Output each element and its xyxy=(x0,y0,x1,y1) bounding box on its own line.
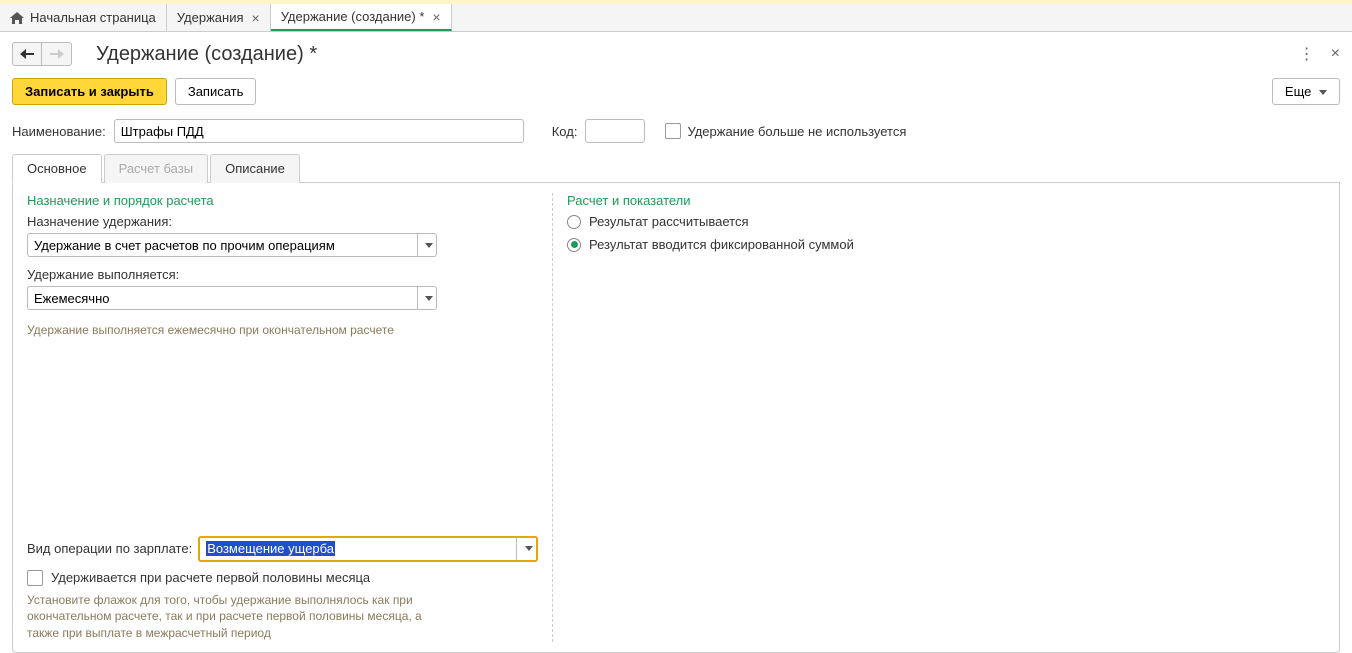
name-input[interactable] xyxy=(114,119,524,143)
tab-close-icon[interactable]: × xyxy=(252,11,260,25)
name-label: Наименование: xyxy=(12,124,106,139)
purpose-combo-dropdown[interactable] xyxy=(417,233,437,257)
purpose-combo[interactable] xyxy=(27,233,417,257)
left-column: Назначение и порядок расчета Назначение … xyxy=(13,193,553,642)
operation-combo[interactable]: Возмещение ущерба xyxy=(200,538,516,560)
tab-label: Удержание (создание) * xyxy=(281,9,425,24)
exec-combo-dropdown[interactable] xyxy=(417,286,437,310)
kebab-menu-icon[interactable]: ⋮ xyxy=(1299,44,1315,64)
save-close-button[interactable]: Записать и закрыть xyxy=(12,78,167,105)
nav-back-button[interactable] xyxy=(12,42,42,66)
exec-combo[interactable] xyxy=(27,286,417,310)
close-icon[interactable]: × xyxy=(1331,45,1340,63)
exec-hint: Удержание выполняется ежемесячно при око… xyxy=(27,322,538,339)
chevron-down-icon xyxy=(525,546,533,551)
tab-base[interactable]: Расчет базы xyxy=(104,154,209,183)
home-icon xyxy=(10,12,24,24)
chevron-down-icon xyxy=(1319,90,1327,95)
tab-description[interactable]: Описание xyxy=(210,154,300,183)
chevron-down-icon xyxy=(425,296,433,301)
first-half-checkbox[interactable] xyxy=(27,570,43,586)
code-input[interactable] xyxy=(585,119,645,143)
right-column: Расчет и показатели Результат рассчитыва… xyxy=(553,193,1339,642)
title-row: Удержание (создание) * ⋮ × xyxy=(0,32,1352,72)
tab-label: Удержания xyxy=(177,10,244,25)
tab-home[interactable]: Начальная страница xyxy=(0,4,167,31)
unused-checkbox[interactable] xyxy=(665,123,681,139)
chevron-down-icon xyxy=(425,243,433,248)
more-label: Еще xyxy=(1285,84,1311,99)
action-toolbar: Записать и закрыть Записать Еще xyxy=(0,72,1352,115)
first-half-label: Удерживается при расчете первой половины… xyxy=(51,570,370,585)
page-title: Удержание (создание) * xyxy=(96,43,1299,66)
code-label: Код: xyxy=(552,124,578,139)
more-button[interactable]: Еще xyxy=(1272,78,1340,105)
tab-home-label: Начальная страница xyxy=(30,10,156,25)
radio-calculated-label: Результат рассчитывается xyxy=(589,214,749,229)
radio-fixed[interactable] xyxy=(567,238,581,252)
first-half-hint: Установите флажок для того, чтобы удержа… xyxy=(27,592,427,642)
section-title-left: Назначение и порядок расчета xyxy=(27,193,538,208)
operation-label: Вид операции по зарплате: xyxy=(27,541,192,556)
header-fields: Наименование: Код: Удержание больше не и… xyxy=(0,115,1352,153)
section-title-right: Расчет и показатели xyxy=(567,193,1325,208)
tab-deduction-create[interactable]: Удержание (создание) * × xyxy=(271,4,452,31)
radio-calculated[interactable] xyxy=(567,215,581,229)
content-panel: Назначение и порядок расчета Назначение … xyxy=(12,183,1340,653)
radio-fixed-label: Результат вводится фиксированной суммой xyxy=(589,237,854,252)
tab-deductions[interactable]: Удержания × xyxy=(167,4,271,31)
tab-bar: Начальная страница Удержания × Удержание… xyxy=(0,4,1352,32)
tab-close-icon[interactable]: × xyxy=(432,10,440,24)
save-button[interactable]: Записать xyxy=(175,78,257,105)
nav-forward-button[interactable] xyxy=(42,42,72,66)
purpose-label: Назначение удержания: xyxy=(27,214,538,229)
operation-combo-dropdown[interactable] xyxy=(516,538,536,560)
tab-main[interactable]: Основное xyxy=(12,154,102,183)
unused-label: Удержание больше не используется xyxy=(687,124,906,139)
inner-tabs: Основное Расчет базы Описание xyxy=(12,153,1340,183)
exec-label: Удержание выполняется: xyxy=(27,267,538,282)
